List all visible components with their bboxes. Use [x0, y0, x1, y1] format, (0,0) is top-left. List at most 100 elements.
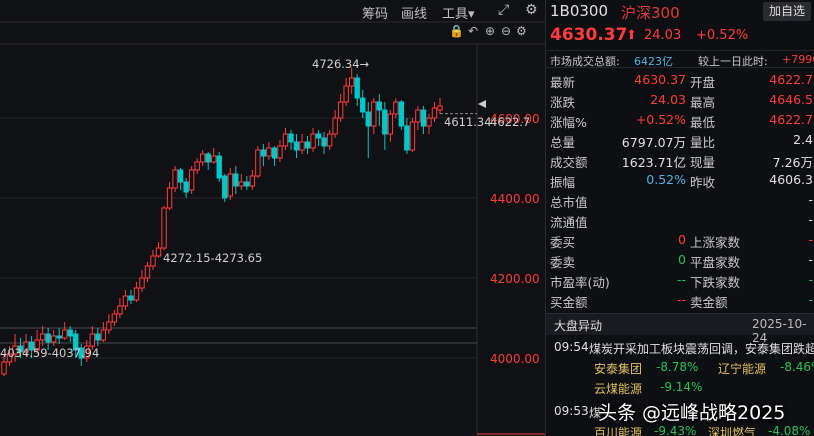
stat-value: -- — [676, 272, 686, 287]
candle-body — [387, 113, 394, 135]
chip-name[interactable]: 安泰集团 — [594, 360, 642, 377]
stat-label: 开盘 — [690, 75, 716, 90]
stats-row: 成交额 1623.71亿 现量 7.26万 — [546, 150, 814, 170]
chouma-button[interactable]: 筹码 — [362, 3, 388, 22]
stat-value: 4622.7 — [769, 112, 813, 127]
zoom-in-icon[interactable]: ⊕ — [485, 24, 495, 38]
chip-pct: -4.08% — [768, 424, 811, 436]
kline-chart[interactable]: 4600.00 4400.00 4200.00 4000.00 4726.34→ 4611… — [0, 0, 545, 436]
stats-row: 市盈率(动) -- 下跌家数 - — [546, 270, 814, 290]
candle-body — [398, 101, 405, 127]
candle-body — [222, 175, 228, 199]
stats-row: 涨跌 24.03 最高 4646.5 — [546, 90, 814, 110]
settings-icon[interactable]: ⚙ — [525, 2, 538, 18]
lock-icon[interactable]: 🔒 — [449, 24, 464, 38]
candle-body — [337, 101, 344, 119]
stats-row: 委卖 0 平盘家数 - — [546, 250, 814, 270]
candle-body — [293, 141, 300, 151]
candle-body — [161, 207, 167, 249]
stat-label: 委买 — [550, 235, 576, 250]
stat-label: 委卖 — [550, 255, 576, 270]
candle-body — [332, 117, 338, 135]
candle-body — [117, 305, 123, 315]
stat-label: 平盘家数 — [690, 255, 741, 270]
undo-icon[interactable]: ↶ — [468, 24, 478, 38]
last-annotation: 4611.34 — [444, 115, 492, 129]
chip-name[interactable]: 百川能源 — [594, 424, 642, 436]
stats-row: 委买 0 上涨家数 - — [546, 230, 814, 250]
candle-body — [216, 155, 222, 179]
y-tick-label: 4000.00 — [490, 352, 540, 366]
candle-body — [315, 133, 322, 139]
stat-label: 流通值 — [550, 215, 588, 230]
draw-line-button[interactable]: 画线 — [401, 3, 427, 22]
stat-label: 市盈率(动) — [550, 275, 610, 290]
candle-body — [199, 153, 206, 163]
candle-body — [227, 173, 233, 197]
candle-body — [371, 101, 377, 127]
stat-label: 现量 — [690, 155, 716, 170]
candle-body — [365, 111, 371, 127]
chart-settings-icon[interactable]: ⚙ — [516, 24, 527, 38]
stat-label: 卖金额 — [690, 295, 728, 310]
candle-body — [271, 147, 278, 159]
chip-pct: -9.14% — [660, 380, 703, 394]
y-tick-label: 4200.00 — [490, 272, 540, 286]
tools-menu[interactable]: 工具▾ — [442, 3, 475, 22]
candle-body — [139, 277, 145, 289]
zoom-out-icon[interactable]: ⊖ — [501, 24, 511, 38]
stats-row: 流通值 - — [546, 210, 814, 230]
candle-body — [205, 153, 211, 163]
stat-value: - — [808, 252, 813, 267]
add-watchlist-button[interactable]: 加自选 — [763, 2, 811, 21]
chip-name[interactable]: 云煤能源 — [594, 380, 642, 397]
candle-body — [39, 333, 46, 341]
quote-header: 1B0300 沪深300 加自选 — [546, 0, 814, 24]
candle-body — [420, 109, 427, 127]
expand-icon[interactable]: ⤢ — [498, 2, 509, 18]
stat-label: 涨幅% — [550, 115, 587, 130]
candle-body — [343, 85, 349, 103]
candle-body — [348, 77, 355, 87]
candle-body — [106, 321, 112, 331]
stats-row: 买金额 -- 卖金额 - — [546, 290, 814, 310]
stock-name: 沪深300 — [621, 4, 680, 22]
candle-body — [144, 265, 151, 279]
stats-row: 振幅 0.52% 昨收 4606.3 — [546, 170, 814, 190]
chip-name[interactable]: 深圳燃气 — [708, 424, 756, 436]
news-text: 煤炭开采加工板块震荡回调，安泰集团跌超 — [589, 342, 814, 356]
candle-body — [321, 137, 327, 147]
candle-body — [288, 133, 294, 143]
stat-label: 总量 — [550, 135, 576, 150]
chart-bg — [0, 0, 545, 436]
candle-body — [260, 149, 267, 157]
candle-body — [233, 173, 239, 187]
stat-value: 6797.07万 — [621, 135, 686, 150]
turnover-value: 6423亿 — [634, 55, 673, 68]
chip-name[interactable]: 辽宁能源 — [718, 360, 766, 377]
price-change: 24.03 — [644, 28, 682, 43]
stat-value: 0 — [678, 232, 686, 247]
stat-label: 买金额 — [550, 295, 588, 310]
last-price: 4630.37 — [550, 25, 628, 45]
stat-label: 昨收 — [690, 175, 716, 190]
candle-body — [249, 175, 256, 187]
news-time: 09:54 — [554, 340, 589, 354]
candle-body — [277, 145, 283, 159]
stat-value: 24.03 — [650, 92, 686, 107]
candle-body — [100, 329, 107, 341]
stat-value: 4630.37 — [634, 72, 686, 87]
stats-row: 总市值 - — [546, 190, 814, 210]
candle-body — [404, 125, 410, 151]
stat-label: 量比 — [690, 135, 716, 150]
candle-body — [194, 161, 200, 171]
stat-value: 0 — [678, 252, 686, 267]
candle-body — [45, 333, 51, 343]
stats-row: 总量 6797.07万 量比 2.4 — [546, 130, 814, 150]
candle-body — [183, 181, 189, 193]
candle-body — [409, 121, 416, 151]
watermark: 头条 @远峰战略2025 — [598, 402, 786, 424]
stat-value: - — [808, 232, 813, 247]
candle-body — [150, 255, 156, 267]
news-header: 大盘异动 2025-10-24 — [546, 313, 814, 345]
